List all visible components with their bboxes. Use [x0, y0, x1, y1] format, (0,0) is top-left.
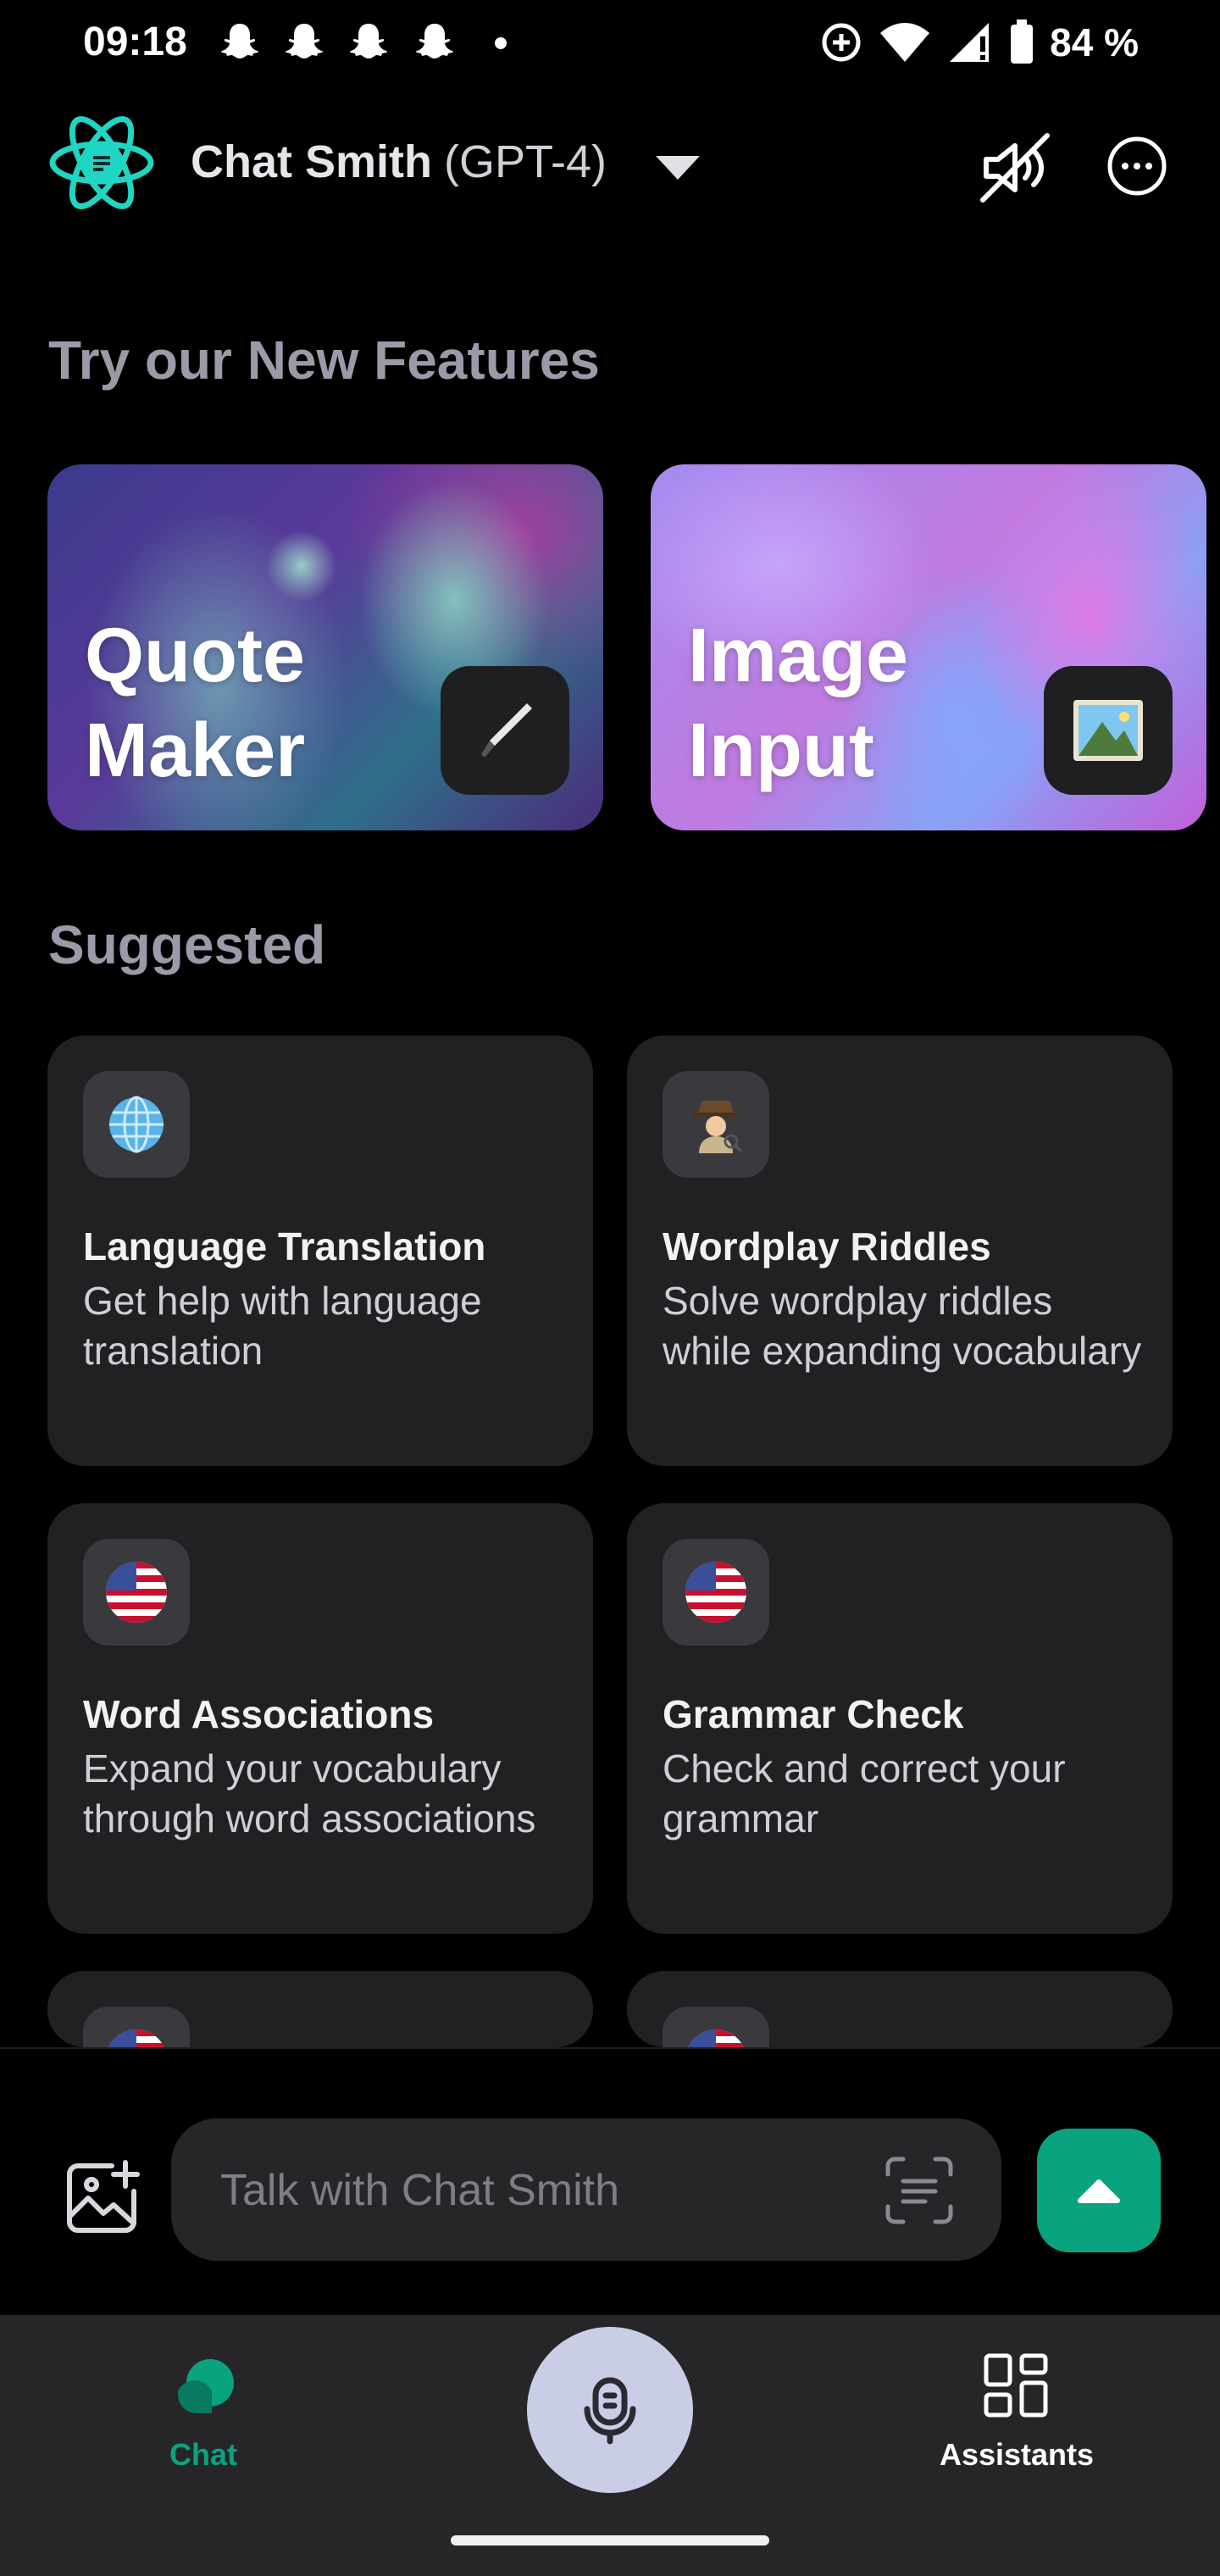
atom-logo-icon	[49, 116, 154, 209]
suggestion-card-grammar-check[interactable]: Grammar Check Check and correct your gra…	[627, 1503, 1173, 1934]
nav-tab-chat[interactable]: Chat	[144, 2347, 263, 2483]
suggestion-title: Language Translation	[83, 1224, 486, 1269]
scan-text-icon[interactable]	[881, 2152, 957, 2229]
snapchat-icon	[221, 24, 258, 58]
suggestion-card-wordplay-riddles[interactable]: Wordplay Riddles Solve wordplay riddles …	[627, 1035, 1173, 1466]
dot-icon	[495, 37, 507, 49]
pen-icon	[441, 666, 569, 795]
volume-off-icon[interactable]	[974, 127, 1056, 208]
wifi-icon	[880, 23, 930, 62]
chevron-down-icon[interactable]	[652, 151, 703, 185]
snapchat-icon	[286, 24, 323, 58]
chat-input-container	[171, 2118, 1001, 2262]
app-title[interactable]: Chat Smith (GPT-4)	[191, 136, 607, 188]
send-button[interactable]	[1037, 2129, 1161, 2252]
nav-tab-assistants[interactable]: Assistants	[923, 2347, 1110, 2483]
status-time: 09:18	[83, 19, 187, 64]
app-name: Chat Smith	[191, 136, 433, 187]
us-flag-icon	[83, 1539, 190, 1646]
home-indicator[interactable]	[451, 2535, 769, 2545]
suggestion-title: Word Associations	[83, 1692, 435, 1736]
model-name: (GPT-4)	[444, 136, 607, 187]
image-input-card[interactable]: Image Input	[651, 464, 1206, 830]
nav-assistants-label: Assistants	[939, 2437, 1095, 2472]
image-add-icon[interactable]	[61, 2157, 142, 2239]
features-title: Try our New Features	[48, 330, 600, 391]
landscape-icon	[1044, 666, 1173, 795]
microphone-button[interactable]	[527, 2327, 693, 2493]
send-arrow-icon	[1078, 2179, 1120, 2203]
suggested-title: Suggested	[48, 914, 326, 975]
grid-icon	[984, 2353, 1048, 2418]
detective-icon	[663, 1071, 769, 1178]
suggestion-description: Expand your vocabulary through word asso…	[83, 1746, 536, 1840]
feature-label: Quote Maker	[85, 613, 306, 793]
chat-input[interactable]	[219, 2118, 883, 2262]
quote-maker-card[interactable]: Quote Maker	[47, 464, 603, 830]
suggestion-description: Check and correct your grammar	[663, 1746, 1066, 1840]
suggestion-card-language-translation[interactable]: Language Translation Get help with langu…	[47, 1035, 593, 1466]
us-flag-icon	[663, 2007, 769, 2047]
nav-chat-label: Chat	[169, 2437, 237, 2472]
suggestion-card-partial[interactable]	[47, 1971, 593, 2047]
us-flag-icon	[663, 1539, 769, 1646]
microphone-icon	[584, 2377, 636, 2445]
data-saver-icon	[822, 23, 861, 62]
globe-icon	[83, 1071, 190, 1178]
status-right-group: 84 %	[819, 17, 1139, 68]
suggestion-card-partial[interactable]	[627, 1971, 1173, 2047]
feature-label: Image Input	[688, 613, 909, 793]
battery-percent: 84 %	[1050, 20, 1139, 64]
us-flag-icon	[83, 2007, 190, 2047]
chat-bubble-icon	[178, 2359, 234, 2413]
suggestion-title: Grammar Check	[663, 1692, 964, 1736]
cellular-icon	[950, 23, 990, 62]
snapchat-icon	[350, 24, 387, 58]
suggestion-title: Wordplay Riddles	[663, 1224, 991, 1269]
battery-icon	[1011, 19, 1034, 64]
more-icon[interactable]	[1106, 136, 1167, 197]
snapchat-icon	[416, 24, 453, 58]
suggestion-description: Get help with language translation	[83, 1279, 482, 1373]
suggestion-card-word-associations[interactable]: Word Associations Expand your vocabulary…	[47, 1503, 593, 1934]
suggestion-description: Solve wordplay riddles while expanding v…	[663, 1279, 1142, 1373]
